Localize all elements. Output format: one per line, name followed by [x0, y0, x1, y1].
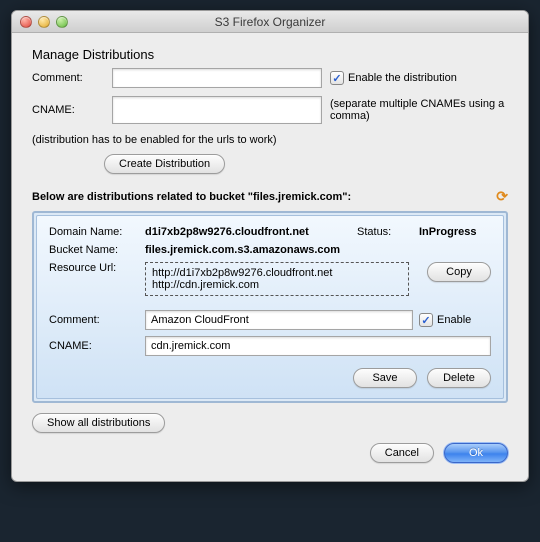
dialog-content: Manage Distributions Comment: Enable the…: [12, 33, 528, 481]
distributions-title: Below are distributions related to bucke…: [32, 188, 508, 205]
traffic-lights: [20, 16, 68, 28]
domain-name-label: Domain Name:: [49, 226, 139, 238]
refresh-icon[interactable]: ⟳: [496, 188, 508, 205]
enable-note: (distribution has to be enabled for the …: [32, 134, 508, 146]
cname-hint: (separate multiple CNAMEs using a comma): [330, 98, 508, 122]
close-icon[interactable]: [20, 16, 32, 28]
window-title: S3 Firefox Organizer: [12, 15, 528, 29]
cname-input[interactable]: [112, 96, 322, 124]
comment-label: Comment:: [32, 72, 104, 84]
ok-button[interactable]: Ok: [444, 443, 508, 463]
enable-distribution-label: Enable the distribution: [348, 72, 457, 84]
copy-button[interactable]: Copy: [427, 262, 491, 282]
save-button[interactable]: Save: [353, 368, 417, 388]
create-form: Comment: Enable the distribution CNAME: …: [32, 68, 508, 124]
bucket-name-label: Bucket Name:: [49, 244, 139, 256]
domain-name-value: d1i7xb2p8w9276.cloudfront.net: [145, 226, 351, 238]
checkbox-checked-icon: [419, 313, 433, 327]
bucket-name-value: files.jremick.com.s3.amazonaws.com: [145, 244, 491, 256]
delete-button[interactable]: Delete: [427, 368, 491, 388]
show-all-distributions-button[interactable]: Show all distributions: [32, 413, 165, 433]
enable-distribution-checkbox[interactable]: Enable the distribution: [330, 71, 508, 85]
resource-url-label: Resource Url:: [49, 262, 139, 274]
create-distribution-button[interactable]: Create Distribution: [104, 154, 225, 174]
distributions-list: Domain Name: d1i7xb2p8w9276.cloudfront.n…: [32, 211, 508, 403]
status-label: Status:: [357, 226, 413, 238]
resource-url-box[interactable]: http://d1i7xb2p8w9276.cloudfront.net htt…: [145, 262, 409, 296]
titlebar: S3 Firefox Organizer: [12, 11, 528, 33]
cancel-button[interactable]: Cancel: [370, 443, 434, 463]
distribution-item: Domain Name: d1i7xb2p8w9276.cloudfront.n…: [36, 215, 504, 399]
dialog-window: S3 Firefox Organizer Manage Distribution…: [11, 10, 529, 482]
dist-comment-input[interactable]: [145, 310, 413, 330]
checkbox-checked-icon: [330, 71, 344, 85]
dialog-footer: Cancel Ok: [32, 443, 508, 463]
status-value: InProgress: [419, 226, 491, 238]
dist-enable-checkbox[interactable]: Enable: [419, 313, 491, 327]
section-title: Manage Distributions: [32, 47, 508, 62]
resource-url-line: http://cdn.jremick.com: [152, 279, 402, 291]
dist-cname-label: CNAME:: [49, 340, 139, 352]
dist-cname-input[interactable]: [145, 336, 491, 356]
resource-url-line: http://d1i7xb2p8w9276.cloudfront.net: [152, 267, 402, 279]
minimize-icon[interactable]: [38, 16, 50, 28]
dist-enable-label: Enable: [437, 314, 471, 326]
cname-label: CNAME:: [32, 104, 104, 116]
zoom-icon[interactable]: [56, 16, 68, 28]
comment-input[interactable]: [112, 68, 322, 88]
dist-comment-label: Comment:: [49, 314, 139, 326]
